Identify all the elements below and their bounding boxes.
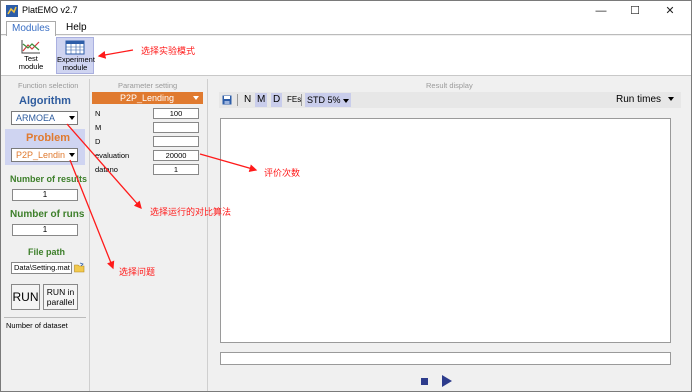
param-input-d[interactable] [153, 136, 199, 147]
param-input-n[interactable]: 100 [153, 108, 199, 119]
separator-left [89, 79, 90, 391]
parallel-label-1: RUN in [46, 287, 75, 297]
minimize-button[interactable]: — [586, 3, 616, 19]
runs-input[interactable]: 1 [12, 224, 78, 236]
annotation-select-problem: 选择问题 [119, 267, 156, 277]
title-bar: PlatEMO v2.7 — ☐ ✕ [1, 1, 691, 21]
problem-value: P2P_Lendin [16, 150, 66, 160]
app-logo-icon [6, 5, 18, 17]
run-button[interactable]: RUN [11, 284, 40, 310]
parallel-label-2: parallel [46, 297, 75, 307]
file-path-label: File path [28, 247, 66, 257]
chevron-down-icon [667, 97, 674, 102]
param-input-datano[interactable]: 1 [153, 164, 199, 175]
separator-mid [207, 79, 208, 391]
chevron-down-icon [343, 98, 350, 103]
module-ribbon: Test module Experiment module [1, 36, 691, 76]
platemo-window: PlatEMO v2.7 — ☐ ✕ Modules Help Test mod… [0, 0, 692, 392]
problem-label: Problem [26, 132, 71, 144]
tab-help[interactable]: Help [61, 21, 92, 36]
results-input[interactable]: 1 [12, 189, 78, 201]
toolbar-divider [301, 94, 302, 106]
toggle-n[interactable]: N [242, 93, 253, 107]
toggle-std[interactable]: STD 5% [305, 93, 352, 107]
std-percent: 5% [327, 95, 341, 105]
experiment-module-button[interactable]: Experiment module [56, 37, 95, 74]
run-in-parallel-button[interactable]: RUN in parallel [43, 284, 78, 310]
param-name-d: D [95, 137, 101, 146]
param-input-m[interactable] [153, 122, 199, 133]
chevron-down-icon [69, 153, 75, 157]
window-title: PlatEMO v2.7 [22, 5, 78, 15]
parameter-setting-title: Parameter setting [118, 81, 178, 90]
problem-select[interactable]: P2P_Lendin [11, 148, 78, 162]
problem-header-label: P2P_Lending [120, 93, 175, 103]
close-button[interactable]: ✕ [655, 3, 685, 19]
param-name-datano: datano [95, 165, 118, 174]
param-name-n: N [95, 109, 101, 118]
run-times-label: Run times [616, 94, 662, 105]
result-toolbar: N M D FEs STD 5% Run times [219, 92, 681, 108]
maximize-button[interactable]: ☐ [620, 3, 650, 19]
play-icon[interactable] [441, 374, 453, 388]
stop-icon[interactable] [421, 378, 428, 385]
param-name-m: M [95, 123, 102, 132]
results-label: Number of results [10, 174, 88, 184]
progress-bar [220, 352, 671, 365]
tab-modules[interactable]: Modules [6, 21, 56, 36]
result-display-title: Result display [426, 81, 473, 90]
toggle-m[interactable]: M [255, 93, 268, 107]
problem-header[interactable]: P2P_Lending [92, 92, 203, 104]
runs-label: Number of runs [10, 209, 85, 220]
save-icon[interactable] [222, 95, 232, 105]
std-label: STD [307, 95, 325, 105]
chevron-down-icon [69, 116, 75, 120]
chart-icon [21, 40, 40, 54]
divider [4, 317, 86, 318]
param-name-evaluation: evaluation [95, 151, 130, 160]
algorithm-label: Algorithm [19, 95, 71, 107]
algorithm-select[interactable]: ARMOEA [11, 111, 78, 125]
test-module-button[interactable]: Test module [12, 37, 50, 74]
menu-bar: Modules Help [1, 21, 691, 36]
run-times-select[interactable]: Run times [614, 93, 676, 107]
function-selection-title: Function selection [18, 81, 79, 90]
chevron-down-icon [193, 96, 199, 100]
experiment-module-label-2: module [62, 63, 88, 72]
test-module-label-2: module [18, 62, 44, 71]
folder-open-icon[interactable] [74, 262, 85, 273]
table-icon [65, 40, 85, 55]
algorithm-value: ARMOEA [16, 113, 56, 123]
toggle-d[interactable]: D [271, 93, 283, 107]
annotation-compare-algorithm: 选择运行的对比算法 [150, 207, 232, 217]
param-input-evaluation[interactable]: 20000 [153, 150, 199, 161]
dataset-label: Number of dataset [6, 321, 68, 330]
toolbar-divider [237, 94, 238, 106]
annotation-eval-count: 评价次数 [264, 168, 301, 178]
file-path-input[interactable]: Data\Setting.mat [11, 262, 72, 274]
annotation-experiment-mode: 选择实验模式 [141, 46, 196, 56]
result-table-area[interactable] [220, 118, 671, 343]
